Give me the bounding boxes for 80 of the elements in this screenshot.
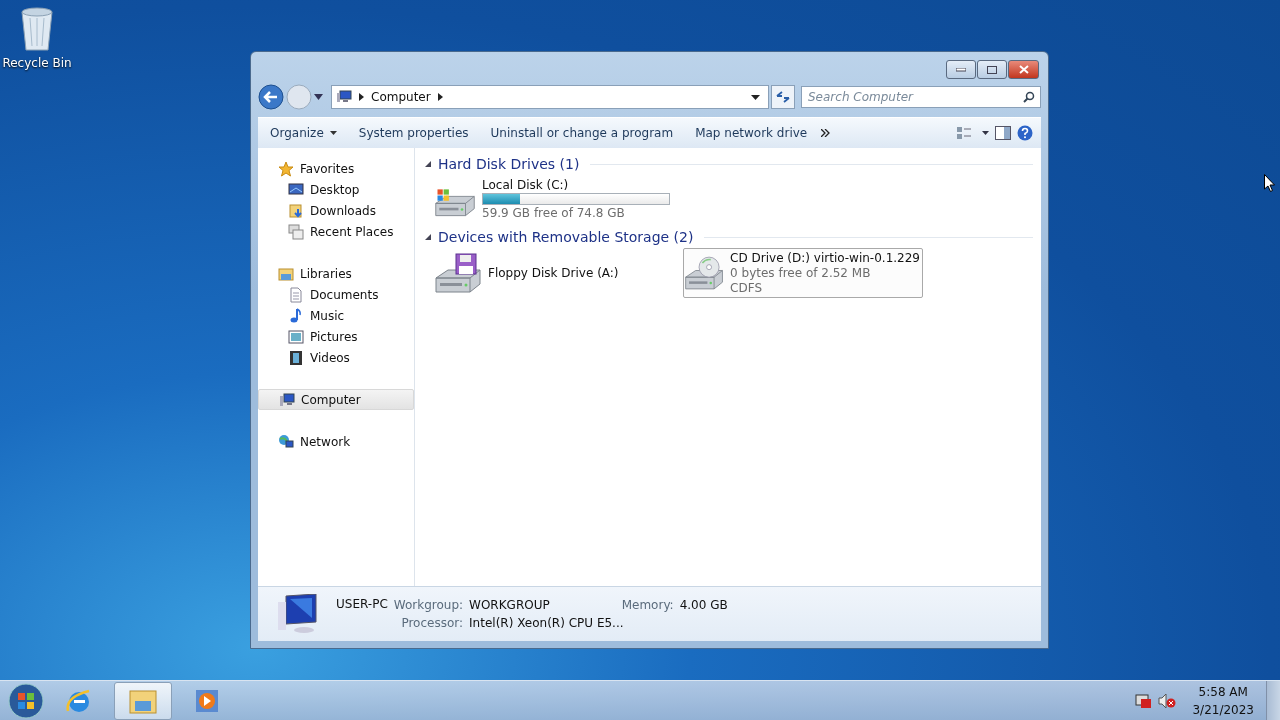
detail-value: WORKGROUP (469, 598, 550, 612)
minimize-icon (956, 67, 966, 72)
nav-item[interactable]: Libraries (258, 263, 414, 284)
drive-tile[interactable]: Local Disk (C:) 59.9 GB free of 74.8 GB (433, 175, 673, 223)
clock-date[interactable]: 3/21/2023 (1192, 700, 1254, 719)
caret-icon (329, 131, 337, 135)
document-icon (288, 286, 304, 303)
history-dropdown-icon[interactable] (314, 94, 323, 100)
view-options-icon[interactable] (957, 127, 989, 139)
detail-label: Processor: (400, 616, 464, 630)
nav-item[interactable]: Network (258, 431, 414, 452)
folder-icon (288, 202, 304, 219)
star-icon (278, 160, 294, 177)
detail-label: Memory: (621, 598, 674, 612)
drive-name: Floppy Disk Drive (A:) (488, 266, 619, 280)
detail-label: Workgroup: (393, 598, 464, 612)
drive-tile[interactable]: Floppy Disk Drive (A:) (433, 248, 673, 298)
toolbar-button[interactable]: Uninstall or change a program (482, 122, 682, 144)
play-icon (195, 688, 219, 713)
desktop-icon-label[interactable]: Recycle Bin (2, 56, 72, 70)
chevron-icon (359, 93, 364, 101)
toolbar-button[interactable]: System properties (350, 122, 477, 144)
close-button[interactable] (1008, 60, 1039, 79)
drive-tile[interactable]: CD Drive (D:) virtio-win-0.1.229 0 bytes free of 2.52 MB CDFS (683, 248, 923, 298)
start-button-icon[interactable] (8, 682, 44, 719)
more-chevron-icon[interactable] (821, 129, 831, 137)
network-icon (278, 433, 294, 450)
drive-name: CD Drive (D:) virtio-win-0.1.229 (730, 251, 920, 265)
computer-icon (279, 391, 295, 408)
nav-item[interactable]: Computer (258, 389, 414, 410)
search-field[interactable]: Search Computer (801, 86, 1041, 108)
preview-pane-icon[interactable] (995, 126, 1011, 140)
music-icon (288, 307, 304, 324)
search-icon[interactable] (1023, 91, 1035, 103)
maximize-icon (987, 65, 997, 74)
toolbar-button[interactable]: Organize (262, 122, 345, 144)
recycle-bin-icon[interactable] (18, 6, 56, 52)
free-space-text: 59.9 GB free of 74.8 GB (482, 206, 626, 220)
file-system-text: CDFS (730, 281, 764, 295)
nav-item[interactable]: Pictures (258, 326, 414, 347)
dropdown-icon[interactable] (751, 94, 760, 100)
detail-value: 4.00 GB (679, 598, 728, 612)
chevron-icon[interactable] (437, 93, 443, 101)
nav-item[interactable]: Desktop (258, 179, 414, 200)
taskbar-button[interactable] (114, 681, 172, 720)
group-heading[interactable]: Hard Disk Drives (1) (438, 156, 580, 172)
free-space-text: 0 bytes free of 2.52 MB (730, 266, 872, 280)
help-icon[interactable] (1017, 125, 1033, 141)
refresh-icon (775, 90, 791, 104)
collapse-icon[interactable] (425, 234, 431, 240)
detail-value: Intel(R) Xeon(R) CPU E5... (469, 616, 625, 630)
nav-item[interactable]: Music (258, 305, 414, 326)
minimize-button[interactable] (946, 60, 976, 79)
recent-icon (288, 223, 304, 240)
folder-icon (278, 265, 294, 282)
breadcrumb[interactable]: Computer (371, 90, 431, 104)
computer-icon (336, 90, 352, 104)
back-icon[interactable] (258, 84, 284, 110)
refresh-button[interactable] (771, 85, 795, 109)
maximize-button[interactable] (977, 60, 1007, 79)
network-status-icon[interactable] (1134, 692, 1153, 709)
floppy-drive-icon (434, 252, 482, 294)
speaker-muted-icon[interactable] (1158, 692, 1177, 709)
drive-name: Local Disk (C:) (482, 178, 570, 192)
collapse-icon[interactable] (425, 161, 431, 167)
film-icon (288, 349, 304, 366)
computer-name: USER-PC (336, 597, 388, 611)
address-bar[interactable]: Computer (331, 85, 769, 109)
nav-item[interactable]: Videos (258, 347, 414, 368)
toolbar-button[interactable]: Map network drive (687, 122, 816, 144)
monitor-icon (288, 181, 304, 198)
nav-item[interactable]: Documents (258, 284, 414, 305)
nav-item[interactable]: Downloads (258, 200, 414, 221)
nav-item[interactable]: Favorites (258, 158, 414, 179)
nav-item[interactable]: Recent Places (258, 221, 414, 242)
clock-time[interactable]: 5:58 AM (1198, 682, 1248, 701)
mouse-pointer-icon (1264, 174, 1275, 192)
picture-icon (288, 328, 304, 345)
group-heading[interactable]: Devices with Removable Storage (2) (438, 229, 694, 245)
close-icon (1018, 65, 1029, 74)
